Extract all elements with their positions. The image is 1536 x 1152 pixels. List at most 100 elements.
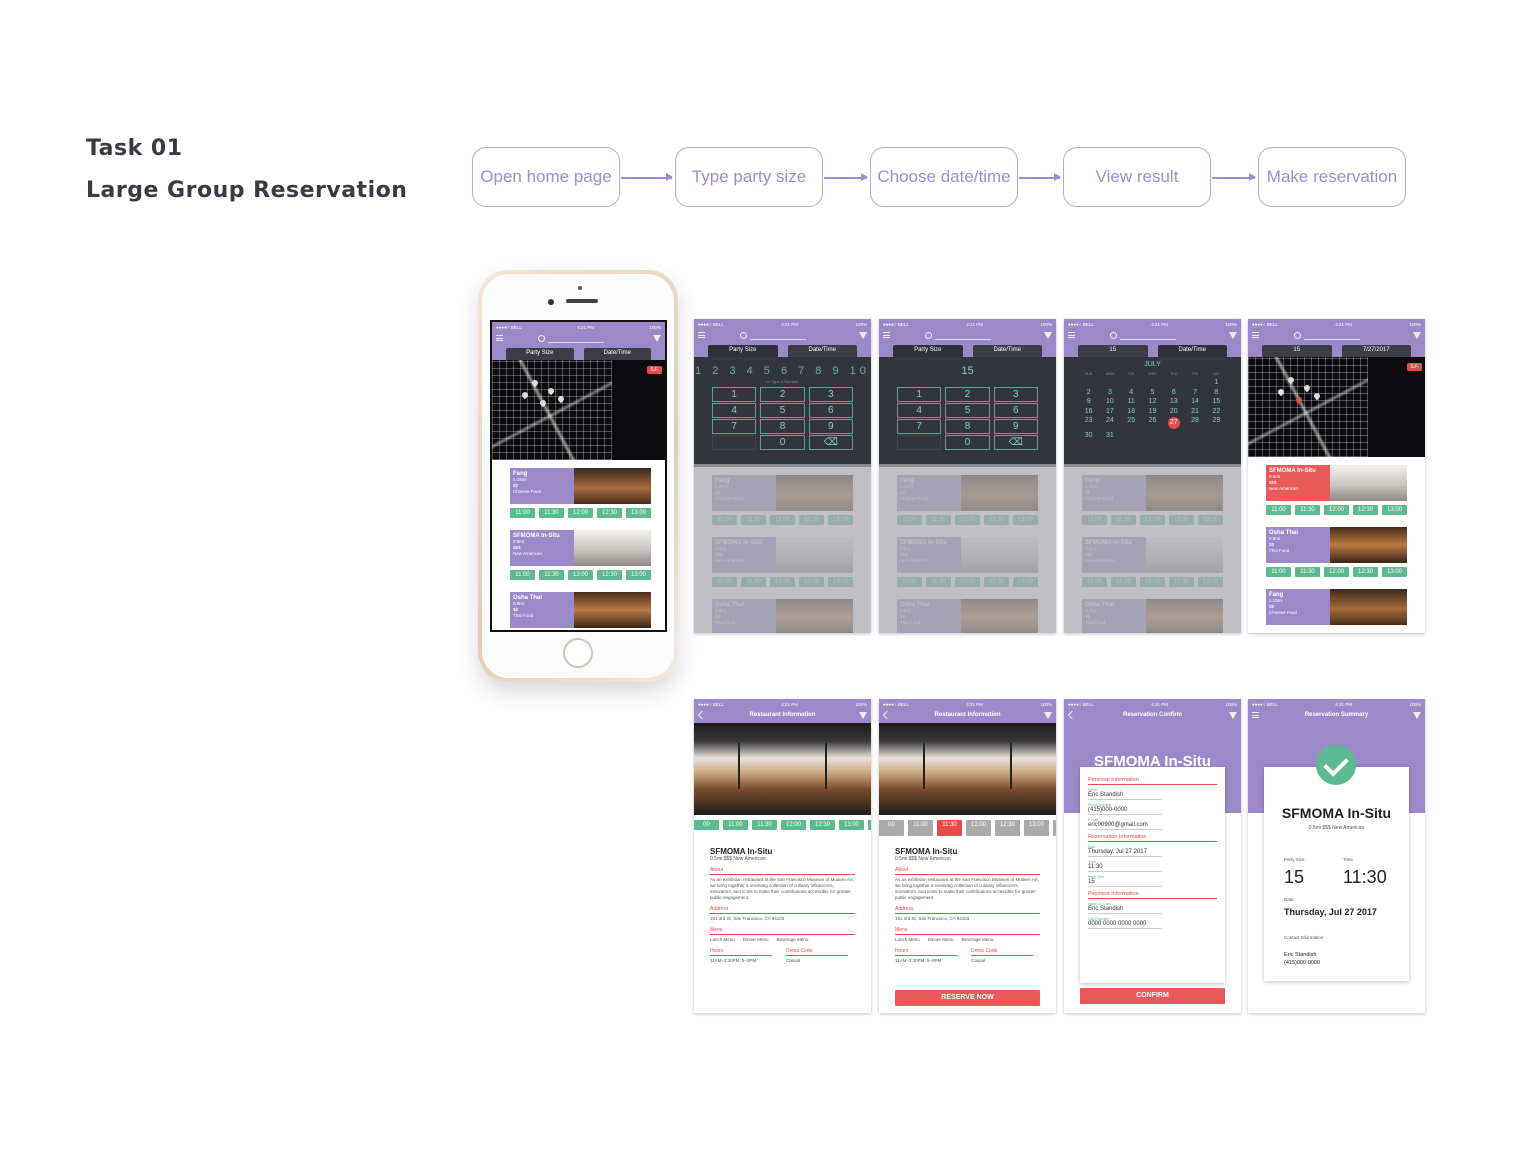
keypad-key[interactable]: 2: [945, 387, 990, 402]
reserve-now-button[interactable]: RESERVE NOW: [895, 990, 1040, 1006]
time-slot-button[interactable]: 12:00: [568, 570, 593, 580]
keypad-key[interactable]: 3: [808, 387, 853, 402]
calendar-day[interactable]: 9: [1078, 398, 1099, 405]
restaurant-card[interactable]: Fang1.15mi$$Chinese Food: [1266, 589, 1407, 625]
time-field[interactable]: 11:30: [1088, 864, 1162, 872]
address-text[interactable]: 151 3rd St, San Francisco, CA 94103: [895, 916, 1040, 922]
tab-party-size[interactable]: Party Size: [506, 348, 574, 360]
time-slot-button[interactable]: 11:30: [1295, 505, 1320, 515]
filter-icon[interactable]: [1229, 712, 1237, 719]
time-slot-button[interactable]: 11:00: [1266, 505, 1291, 515]
time-slot-button[interactable]: 13:00: [626, 570, 651, 580]
time-slot-button[interactable]: 13:00: [1382, 505, 1407, 515]
time-slot-button[interactable]: 11:00: [510, 508, 535, 518]
tab-date-time[interactable]: Date/Time: [787, 345, 857, 357]
calendar-day[interactable]: 1: [1206, 379, 1227, 386]
time-slot-button[interactable]: 13: [868, 820, 871, 830]
time-slot-button[interactable]: 00: [694, 820, 719, 830]
map[interactable]: S.F.: [1248, 357, 1425, 457]
calendar-day[interactable]: 13: [1163, 398, 1184, 405]
time-slot-button[interactable]: 13:00: [1024, 820, 1049, 836]
calendar-day[interactable]: 27: [1163, 417, 1184, 429]
search-input[interactable]: [750, 339, 806, 340]
home-button[interactable]: [563, 638, 593, 668]
time-slot-button[interactable]: 12:00: [1324, 505, 1349, 515]
search-input[interactable]: [548, 342, 604, 343]
card-name-field[interactable]: Eric Standish: [1088, 906, 1162, 914]
search-input[interactable]: [935, 339, 991, 340]
menu-icon[interactable]: [1252, 332, 1259, 338]
calendar-day[interactable]: 4: [1121, 389, 1142, 396]
keypad-key[interactable]: [897, 435, 942, 450]
tab-date-time[interactable]: Date/Time: [1157, 345, 1227, 357]
tab-party-size[interactable]: Party Size: [893, 345, 963, 357]
menu-icon[interactable]: [1068, 332, 1075, 338]
backspace-key[interactable]: ⌫: [808, 435, 853, 450]
keypad-key[interactable]: 2: [760, 387, 805, 402]
calendar-day[interactable]: 26: [1142, 417, 1163, 429]
calendar-day[interactable]: 20: [1163, 408, 1184, 415]
time-slot-button[interactable]: 11:30: [539, 570, 564, 580]
time-slot-button[interactable]: 12:30: [1353, 505, 1378, 515]
filter-icon[interactable]: [653, 335, 661, 342]
menu-icon[interactable]: [883, 332, 890, 338]
calendar-day[interactable]: 22: [1206, 408, 1227, 415]
time-slot-button[interactable]: 13: [1053, 820, 1056, 836]
search-input[interactable]: [1304, 339, 1360, 340]
keypad-key[interactable]: 1: [712, 387, 757, 402]
keypad-key[interactable]: 5: [760, 403, 805, 418]
keypad-key[interactable]: 0: [760, 435, 805, 450]
keypad-key[interactable]: 5: [945, 403, 990, 418]
calendar-day[interactable]: 14: [1184, 398, 1205, 405]
calendar-day[interactable]: 2: [1078, 389, 1099, 396]
time-slot-button[interactable]: 12:30: [1353, 567, 1378, 577]
keypad-key[interactable]: 9: [993, 419, 1038, 434]
keypad-key[interactable]: 4: [897, 403, 942, 418]
keypad-key[interactable]: 6: [808, 403, 853, 418]
calendar-day[interactable]: 15: [1206, 398, 1227, 405]
time-slot-button[interactable]: 13:00: [839, 820, 864, 830]
party-size-options[interactable]: 1 2 3 4 5 6 7 8 9 10: [694, 365, 871, 377]
time-slot-button[interactable]: 11:00: [1266, 567, 1291, 577]
date-field[interactable]: Thursday, Jul 27 2017: [1088, 849, 1162, 857]
time-slot-button[interactable]: 12:30: [810, 820, 835, 830]
calendar-day[interactable]: 29: [1206, 417, 1227, 429]
tab-party-size[interactable]: 15: [1078, 345, 1148, 357]
time-slot-button[interactable]: 00: [879, 820, 904, 836]
calendar-day[interactable]: 28: [1184, 417, 1205, 429]
menu-icon[interactable]: [496, 335, 503, 341]
keypad-key[interactable]: 8: [945, 419, 990, 434]
restaurant-card[interactable]: Osha Thai0.9mi$$Thai Food: [510, 592, 651, 628]
name-field[interactable]: Eric Standish: [1088, 792, 1162, 800]
calendar-day[interactable]: 11: [1121, 398, 1142, 405]
calendar-day[interactable]: 24: [1099, 417, 1120, 429]
calendar-day[interactable]: 10: [1099, 398, 1120, 405]
search-input[interactable]: [1120, 339, 1176, 340]
tab-party-size[interactable]: Party Size: [708, 345, 778, 357]
map[interactable]: S.F.: [492, 360, 665, 460]
address-text[interactable]: 151 3rd St, San Francisco, CA 94103: [710, 916, 855, 922]
search-icon[interactable]: [740, 332, 747, 339]
calendar-day[interactable]: 21: [1184, 408, 1205, 415]
keypad-key[interactable]: [712, 435, 757, 450]
party-size-field[interactable]: 15: [1088, 879, 1162, 887]
calendar-day[interactable]: 23: [1078, 417, 1099, 429]
time-slot-button[interactable]: 12:00: [781, 820, 806, 830]
calendar-day[interactable]: 3: [1099, 389, 1120, 396]
keypad-key[interactable]: 7: [712, 419, 757, 434]
filter-icon[interactable]: [859, 712, 867, 719]
keypad-key[interactable]: 6: [993, 403, 1038, 418]
backspace-key[interactable]: ⌫: [993, 435, 1038, 450]
tab-date-time[interactable]: Date/Time: [583, 348, 651, 360]
menu-icon[interactable]: [698, 332, 705, 338]
time-slot-button[interactable]: 12:00: [568, 508, 593, 518]
city-badge[interactable]: S.F.: [1407, 363, 1422, 371]
calendar-day[interactable]: 8: [1206, 389, 1227, 396]
phone-field[interactable]: (415)000-0000: [1088, 807, 1162, 815]
time-slot-button[interactable]: 11:30: [937, 820, 962, 836]
time-slot-button[interactable]: 11:30: [1295, 567, 1320, 577]
search-icon[interactable]: [925, 332, 932, 339]
time-slot-button[interactable]: 11:30: [752, 820, 777, 830]
filter-icon[interactable]: [1229, 332, 1237, 339]
time-slot-button[interactable]: 12:30: [597, 570, 622, 580]
